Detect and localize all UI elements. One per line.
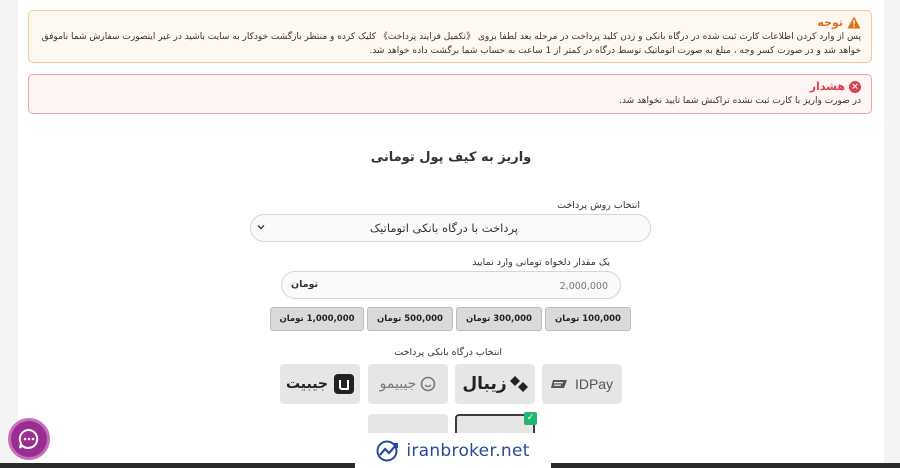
preset-amount-button[interactable]: 300,000 تومان bbox=[456, 307, 542, 331]
amount-label: یک مقدار دلخواه تومانی وارد نمایید bbox=[472, 257, 610, 268]
gateway-name: جیبیمو bbox=[379, 376, 417, 392]
chat-button[interactable] bbox=[8, 418, 50, 460]
jibimo-logo-icon bbox=[421, 376, 436, 392]
gateway-jibit[interactable]: جیبیت bbox=[280, 364, 360, 404]
gateway-idpay[interactable]: IDPay bbox=[542, 364, 622, 404]
gateway-name: زیبال bbox=[462, 374, 507, 394]
danger-title: هشدار bbox=[809, 80, 845, 93]
danger-text: در صورت واریز با کارت ثبت نشده تراکنش شم… bbox=[619, 96, 861, 106]
jibit-logo-icon bbox=[334, 374, 355, 394]
gateway-label: انتخاب درگاه بانکی پرداخت bbox=[394, 347, 502, 358]
watermark: iranbroker.net bbox=[355, 433, 551, 468]
amount-field[interactable]: تومان bbox=[281, 271, 621, 299]
error-circle-icon: × bbox=[849, 80, 861, 93]
warning-text-line-1: پس از وارد کردن اطلاعات کارت ثبت شده در … bbox=[41, 32, 861, 42]
zibal-logo-icon bbox=[509, 376, 528, 392]
currency-label: تومان bbox=[291, 279, 319, 290]
gateway-name: جیبیت bbox=[285, 376, 329, 392]
payment-method-select[interactable]: پرداخت با درگاه بانکی اتوماتیک bbox=[250, 214, 651, 242]
gateway-name: IDPay bbox=[574, 376, 614, 392]
chevron-down-icon bbox=[257, 225, 265, 230]
gateway-jibimo[interactable]: جیبیمو bbox=[368, 364, 448, 404]
check-icon: ✓ bbox=[524, 412, 537, 425]
gateway-zibal[interactable]: زیبال bbox=[455, 364, 535, 404]
amount-input[interactable] bbox=[342, 276, 608, 296]
preset-amount-button[interactable]: 500,000 تومان bbox=[367, 307, 453, 331]
warning-icon bbox=[847, 16, 861, 29]
watermark-text: iranbroker.net bbox=[406, 440, 530, 461]
payment-method-label: انتخاب روش پرداخت bbox=[557, 200, 640, 211]
danger-alert: × هشدار در صورت واریز با کارت ثبت نشده ت… bbox=[28, 74, 872, 114]
page-title: واریز به کیف پول تومانی bbox=[370, 150, 532, 165]
warning-title: توجه bbox=[817, 16, 843, 29]
warning-text-line-2: خواهد شد و در صورت کسر وجه ، مبلغ به صور… bbox=[369, 46, 861, 56]
payment-method-value: پرداخت با درگاه بانکی اتوماتیک bbox=[369, 221, 518, 235]
deposit-page: توجه پس از وارد کردن اطلاعات کارت ثبت شد… bbox=[18, 0, 884, 468]
chart-trend-icon bbox=[376, 440, 399, 461]
preset-amount-button[interactable]: 100,000 تومان bbox=[545, 307, 631, 331]
preset-amount-button[interactable]: 1,000,000 تومان bbox=[270, 307, 364, 331]
warning-alert: توجه پس از وارد کردن اطلاعات کارت ثبت شد… bbox=[28, 10, 872, 63]
chat-bubble-icon bbox=[18, 428, 39, 449]
